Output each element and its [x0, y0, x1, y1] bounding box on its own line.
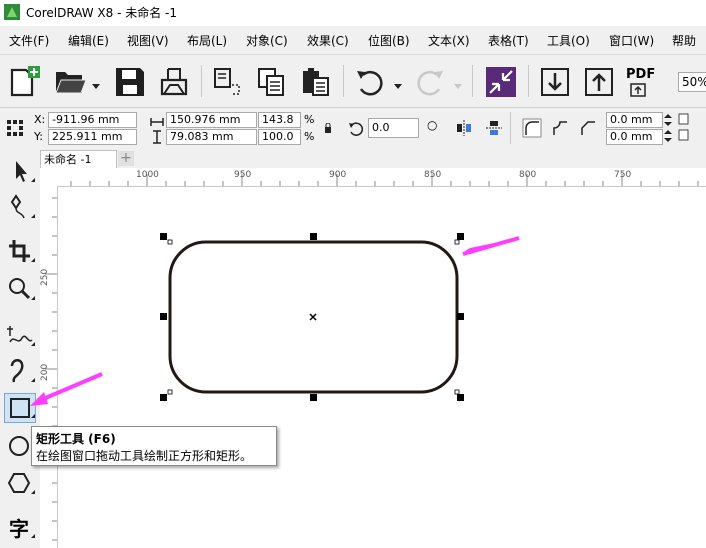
open-folder-icon[interactable] — [54, 67, 88, 97]
toolbox: 字 — [0, 148, 41, 548]
rotation-field[interactable]: 0.0 — [368, 118, 419, 138]
print-icon[interactable] — [159, 67, 189, 97]
tooltip-title: 矩形工具 (F6) — [36, 432, 116, 446]
reference-point-icon[interactable] — [7, 120, 23, 136]
redo-dropdown-icon — [454, 79, 462, 89]
ruler-tick-label: 750 — [614, 170, 632, 180]
corner-radius-bottom-field[interactable]: 0.0 mm — [606, 129, 663, 145]
annotation-arrow-icon — [30, 372, 103, 406]
shape-tool-icon[interactable] — [4, 192, 36, 222]
tooltip-body: 在绘图窗口拖动工具绘制正方形和矩形。 — [36, 449, 253, 463]
freehand-tool-icon[interactable] — [4, 320, 36, 350]
rotation-icon — [348, 121, 364, 137]
title-bar: CorelDRAW X8 - 未命名 -1 — [0, 0, 706, 24]
height-icon — [153, 130, 161, 144]
zoom-tool-icon[interactable] — [4, 274, 36, 304]
ruler-tick-label: 1000 — [136, 170, 159, 180]
new-document-icon[interactable] — [8, 65, 42, 99]
menu-window[interactable]: 窗口(W) — [609, 32, 654, 49]
ruler-tick-label: 900 — [329, 170, 347, 180]
property-bar: X: -911.96 mm Y: 225.911 mm 150.976 mm 7… — [0, 108, 706, 149]
menu-edit[interactable]: 编辑(E) — [68, 32, 109, 49]
width-field[interactable]: 150.976 mm — [166, 112, 257, 128]
toolbar-separator — [510, 112, 511, 144]
mirror-horizontal-icon[interactable] — [456, 120, 472, 136]
ruler-tick-label: 850 — [424, 170, 442, 180]
menu-effects[interactable]: 效果(C) — [307, 32, 349, 49]
chamfered-corner-icon[interactable] — [578, 118, 598, 138]
zoom-level-field[interactable]: 50% — [678, 72, 706, 92]
document-tab-strip — [40, 148, 706, 168]
height-field[interactable]: 79.083 mm — [166, 129, 257, 145]
publish-pdf-button[interactable]: PDF — [624, 67, 664, 99]
undo-dropdown-icon[interactable] — [394, 79, 402, 89]
polygon-tool-icon[interactable] — [4, 468, 36, 498]
x-position-field[interactable]: -911.96 mm — [48, 112, 137, 128]
menu-layout[interactable]: 布局(L) — [187, 32, 227, 49]
vertical-ruler[interactable]: 250 200 — [40, 186, 58, 548]
coreldraw-logo-icon — [4, 4, 20, 20]
ruler-tick-label: 950 — [234, 170, 252, 180]
mirror-vertical-icon[interactable] — [486, 120, 502, 136]
export-icon[interactable] — [584, 67, 614, 97]
x-label: X: — [34, 113, 46, 126]
width-icon — [150, 115, 164, 126]
toolbar-separator — [528, 65, 529, 97]
y-label: Y: — [34, 130, 43, 143]
menu-tools[interactable]: 工具(O) — [547, 32, 590, 49]
standard-toolbar: PDF 50% — [0, 55, 706, 108]
toolbar-separator — [472, 65, 473, 97]
percent-label: % — [304, 113, 315, 126]
crop-tool-icon[interactable] — [4, 236, 36, 266]
degree-icon: ○ — [427, 118, 438, 132]
scalloped-corner-icon[interactable] — [550, 118, 570, 138]
menu-bar: 文件(F) 编辑(E) 视图(V) 布局(L) 对象(C) 效果(C) 位图(B… — [0, 26, 706, 55]
window-title: CorelDRAW X8 - 未命名 -1 — [26, 6, 178, 20]
text-tool-icon[interactable]: 字 — [4, 512, 36, 542]
open-dropdown-icon[interactable] — [92, 79, 100, 89]
menu-text[interactable]: 文本(X) — [428, 32, 470, 49]
save-icon[interactable] — [115, 67, 145, 97]
toolbar-separator — [201, 65, 202, 97]
center-marker — [309, 313, 317, 321]
toolbar-separator — [343, 65, 344, 97]
scale-y-field[interactable]: 100.0 — [258, 129, 301, 145]
copy-icon[interactable] — [256, 67, 286, 97]
corner-spinner-icon[interactable] — [663, 112, 673, 144]
round-corner-icon[interactable] — [522, 118, 542, 138]
add-tab-button[interactable]: + — [118, 151, 134, 166]
menu-bitmaps[interactable]: 位图(B) — [368, 32, 410, 49]
paste-icon[interactable] — [300, 67, 330, 97]
lock-corners-icon[interactable] — [678, 112, 690, 144]
drawing-canvas[interactable] — [58, 187, 706, 548]
tab-document[interactable]: 未命名 -1 — [40, 150, 117, 168]
scale-x-field[interactable]: 143.8 — [258, 112, 301, 128]
lock-ratio-icon[interactable] — [324, 122, 332, 133]
menu-file[interactable]: 文件(F) — [9, 32, 49, 49]
tooltip: 矩形工具 (F6) 在绘图窗口拖动工具绘制正方形和矩形。 — [31, 426, 277, 466]
undo-icon[interactable] — [354, 67, 386, 97]
cut-icon[interactable] — [212, 67, 242, 97]
corner-radius-top-field[interactable]: 0.0 mm — [606, 112, 663, 128]
y-position-field[interactable]: 225.911 mm — [48, 129, 137, 145]
pick-tool-icon[interactable] — [4, 156, 36, 186]
import-icon[interactable] — [540, 67, 570, 97]
shrink-arrows-icon[interactable] — [486, 67, 516, 97]
menu-table[interactable]: 表格(T) — [488, 32, 529, 49]
pdf-label: PDF — [626, 67, 656, 82]
menu-object[interactable]: 对象(C) — [246, 32, 288, 49]
ruler-tick-label: 250 — [40, 268, 50, 286]
ruler-tick-label: 800 — [519, 170, 537, 180]
annotation-arrow-icon — [462, 236, 520, 256]
menu-help[interactable]: 帮助 — [672, 32, 696, 49]
redo-icon — [414, 67, 446, 97]
percent-label: % — [304, 130, 315, 143]
menu-view[interactable]: 视图(V) — [127, 32, 169, 49]
horizontal-ruler[interactable]: 1000 950 900 850 800 750 — [40, 168, 706, 187]
